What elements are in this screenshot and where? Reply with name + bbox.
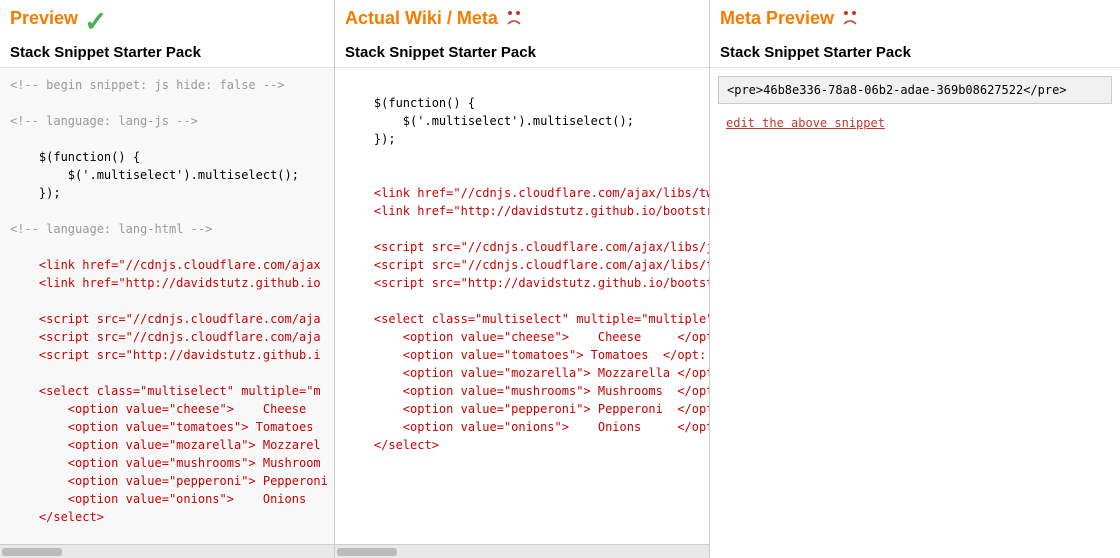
blank-a4 [345,220,699,238]
actual-header: Actual Wiki / Meta [335,0,709,42]
option-a4: <option value="mushrooms"> Mushrooms </o… [345,382,699,400]
meta-pre-box: <pre>46b8e336-78a8-06b2-adae-369b0862752… [718,76,1112,104]
link1: <link href="//cdnjs.cloudflare.com/ajax [10,256,324,274]
option2: <option value="tomatoes"> Tomatoes [10,418,324,436]
script3: <script src="http://davidstutz.github.i [10,346,324,364]
blank2 [10,130,324,148]
blank7 [10,526,324,544]
link2: <link href="http://davidstutz.github.io [10,274,324,292]
preview-panel: Preview ✓ Stack Snippet Starter Pack <!-… [0,0,335,558]
code-comment-begin: <!-- begin snippet: js hide: false --> [10,76,324,94]
blank5 [10,292,324,310]
script-a1: <script src="//cdnjs.cloudflare.com/ajax… [345,238,699,256]
blank4 [10,238,324,256]
meta-label: Meta Preview [720,8,834,29]
script-a2: <script src="//cdnjs.cloudflare.com/ajax… [345,256,699,274]
select-open-a: <select class="multiselect" multiple="mu… [345,310,699,328]
meta-header: Meta Preview [710,0,1120,42]
option-a6: <option value="onions"> Onions </opt: [345,418,699,436]
preview-header: Preview ✓ [0,0,334,42]
actual-snippet-title: Stack Snippet Starter Pack [335,42,709,67]
blank1 [10,94,324,112]
script-a3: <script src="http://davidstutz.github.io… [345,274,699,292]
sad-face-icon-meta [840,8,870,30]
actual-scrollbar-thumb[interactable] [337,548,397,556]
meta-snippet-title: Stack Snippet Starter Pack [710,42,1120,67]
edit-snippet-link[interactable]: edit the above snippet [718,116,893,130]
preview-content[interactable]: <!-- begin snippet: js hide: false --> <… [0,67,334,544]
blank3 [10,202,324,220]
js-func-a: $(function() { [345,94,699,112]
option-a3: <option value="mozarella"> Mozzarella </… [345,364,699,382]
link-a2: <link href="http://davidstutz.github.io/… [345,202,699,220]
meta-panel: Meta Preview Stack Snippet Starter Pack … [710,0,1120,558]
actual-label: Actual Wiki / Meta [345,8,498,29]
select-close-a: </select> [345,436,699,454]
actual-content[interactable]: $(function() { $('.multiselect').multise… [335,67,709,544]
code-comment-lang-html: <!-- language: lang-html --> [10,220,324,238]
preview-label: Preview [10,8,78,29]
blank6 [10,364,324,382]
meta-pre-text: <pre>46b8e336-78a8-06b2-adae-369b0862752… [727,83,1067,97]
js-call: $('.multiselect').multiselect(); [10,166,324,184]
actual-scrollbar[interactable] [335,544,709,558]
blank-a2 [345,148,699,166]
js-call-a: $('.multiselect').multiselect(); [345,112,699,130]
js-func: $(function() { [10,148,324,166]
select-close: </select> [10,508,324,526]
sad-face-icon [504,8,534,30]
meta-content: <pre>46b8e336-78a8-06b2-adae-369b0862752… [710,67,1120,558]
preview-snippet-title: Stack Snippet Starter Pack [0,42,334,67]
blank-a3 [345,166,699,184]
option5: <option value="pepperoni"> Pepperoni [10,472,324,490]
link-a1: <link href="//cdnjs.cloudflare.com/ajax/… [345,184,699,202]
preview-scrollbar[interactable] [0,544,334,558]
blank-a1 [345,76,699,94]
option6: <option value="onions"> Onions [10,490,324,508]
option-a1: <option value="cheese"> Cheese </opt: [345,328,699,346]
script1: <script src="//cdnjs.cloudflare.com/aja [10,310,324,328]
code-comment-lang-js: <!-- language: lang-js --> [10,112,324,130]
meta-edit-area: edit the above snippet [710,112,1120,134]
option-a2: <option value="tomatoes"> Tomatoes </opt… [345,346,699,364]
option3: <option value="mozarella"> Mozzarel [10,436,324,454]
blank-a5 [345,292,699,310]
js-end: }); [10,184,324,202]
option4: <option value="mushrooms"> Mushroom [10,454,324,472]
script2: <script src="//cdnjs.cloudflare.com/aja [10,328,324,346]
option-a5: <option value="pepperoni"> Pepperoni </o… [345,400,699,418]
actual-panel: Actual Wiki / Meta Stack Snippet Starter… [335,0,710,558]
option1: <option value="cheese"> Cheese [10,400,324,418]
check-icon: ✓ [84,8,107,36]
select-open: <select class="multiselect" multiple="m [10,382,324,400]
preview-scrollbar-thumb[interactable] [2,548,62,556]
js-end-a: }); [345,130,699,148]
